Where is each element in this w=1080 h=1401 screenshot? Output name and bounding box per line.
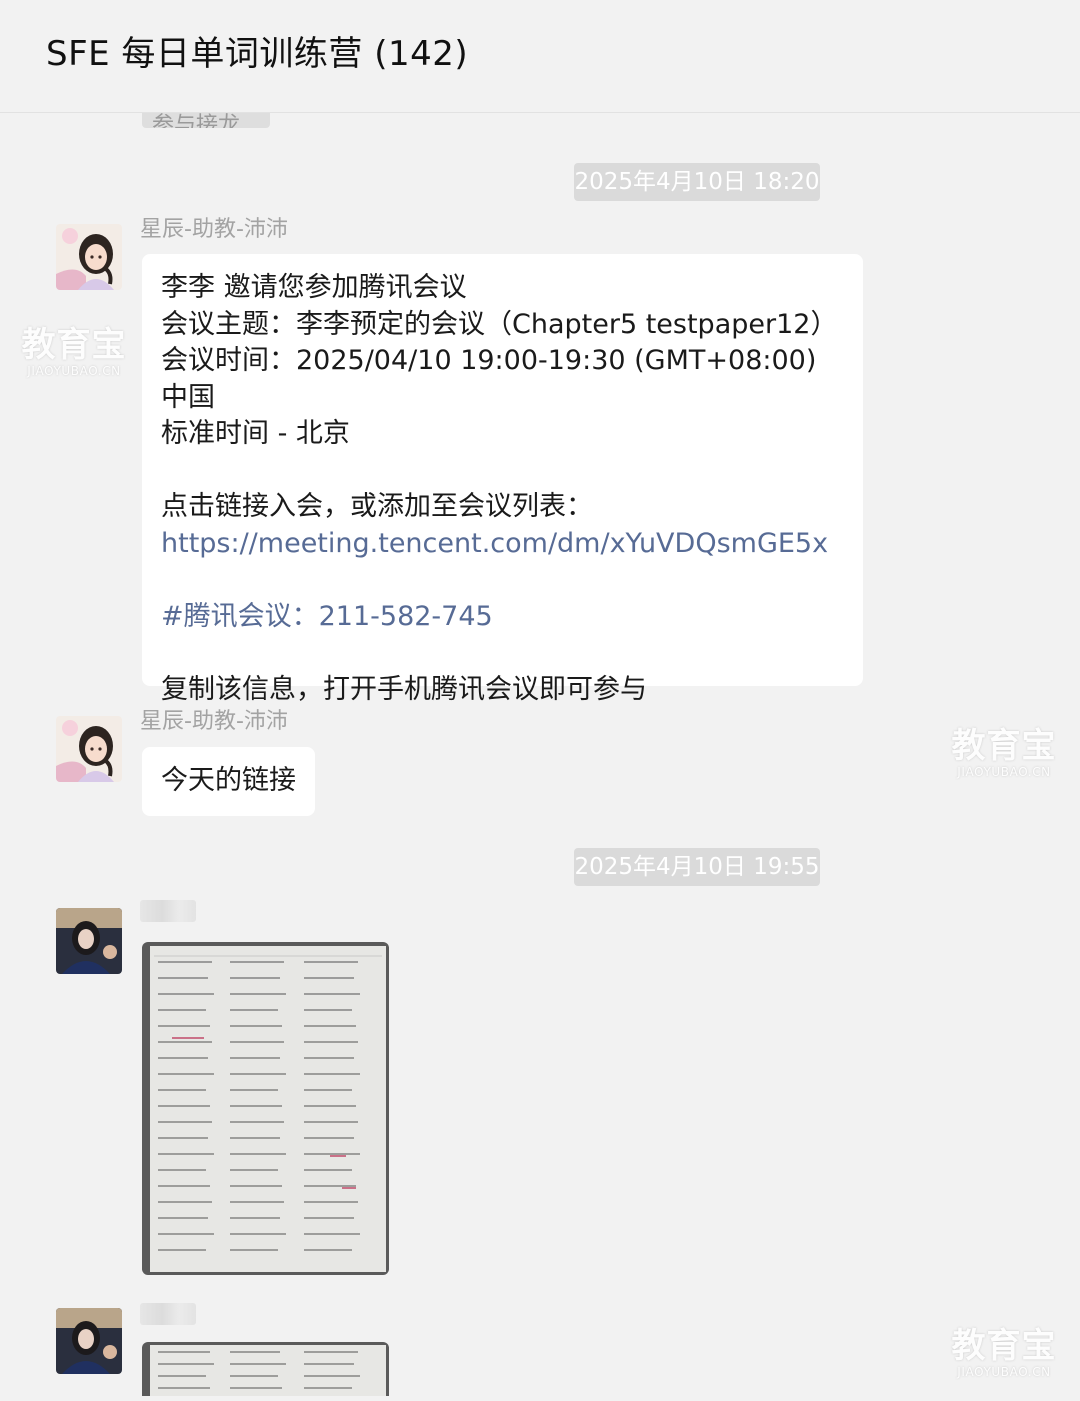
message-line: 李李 邀请您参加腾讯会议 [161,272,467,303]
avatar-photo-icon [56,908,122,974]
message-bubble[interactable]: 今天的链接 [142,747,315,816]
meeting-link[interactable]: https://meeting.tencent.com/dm/xYuVDQsmG… [161,526,845,563]
message-line: 复制该信息，打开手机腾讯会议即可参与 [161,673,647,705]
sender-avatar[interactable] [56,908,122,974]
handwritten-notes-photo-icon [142,1342,389,1396]
message-photo-vocabulary-sheet[interactable] [142,942,389,1275]
chat-header: SFE 每日单词训练营 (142) [0,0,1080,113]
sender-avatar[interactable] [56,1308,122,1374]
blurred-sender-name [140,900,196,922]
sender-name: 星辰-助教-沛沛 [140,709,288,734]
avatar-illustration-icon [56,224,122,290]
avatar-photo-icon [56,1308,122,1374]
chat-title: SFE 每日单词训练营 (142) [46,34,469,74]
sender-avatar[interactable] [56,224,122,290]
message-line: 标准时间 - 北京 [161,418,350,449]
sender-avatar[interactable] [56,716,122,782]
message-line: 点击链接入会，或添加至会议列表： [161,491,593,522]
watermark-logo: 教育宝 JIAOYUBAO.CN [951,726,1057,779]
timestamp: 2025年4月10日 19:55 [574,848,820,886]
message-bubble-meeting-invite[interactable]: 李李 邀请您参加腾讯会议 会议主题：李李预定的会议（Chapter5 testp… [142,254,863,705]
blurred-sender-name [140,1303,196,1325]
message-photo-vocabulary-sheet[interactable] [142,1342,389,1396]
avatar-illustration-icon [56,716,122,782]
watermark-logo: 教育宝 JIAOYUBAO.CN [951,1326,1057,1379]
handwritten-notes-photo-icon [142,942,389,1275]
sender-name: 星辰-助教-沛沛 [140,217,288,242]
message-text: 今天的链接 [161,765,296,796]
message-line: 会议时间：2025/04/10 19:00-19:30 (GMT+08:00) … [161,345,825,413]
timestamp: 2025年4月10日 18:20 [574,163,820,201]
meeting-id-link[interactable]: #腾讯会议：211-582-745 [161,599,845,636]
message-line: 会议主题：李李预定的会议（Chapter5 testpaper12） [161,308,838,340]
watermark-logo: 教育宝 JIAOYUBAO.CN [21,325,127,378]
